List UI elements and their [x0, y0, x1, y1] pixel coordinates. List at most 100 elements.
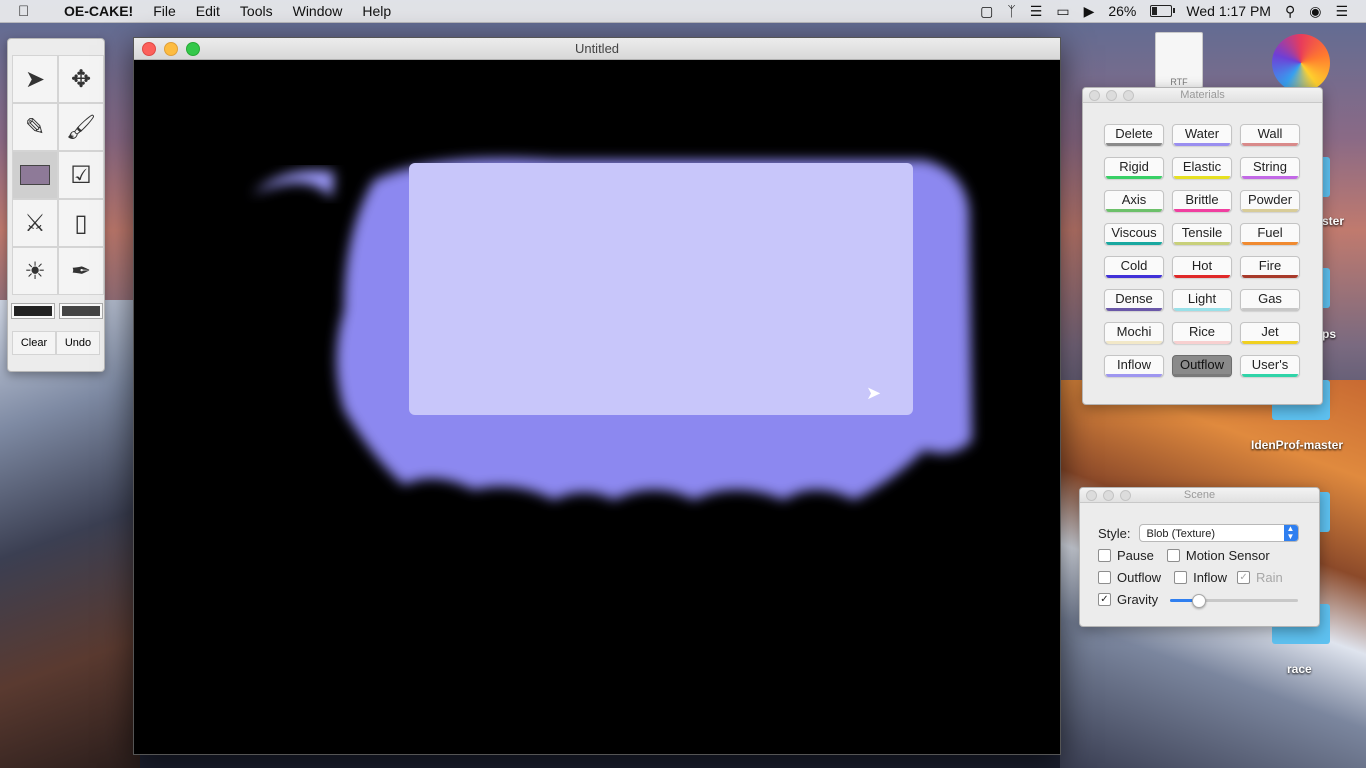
- material-button[interactable]: Dense: [1104, 289, 1164, 311]
- desktop-rtf-file-icon[interactable]: RTF: [1155, 32, 1203, 88]
- desktop-folder-label[interactable]: ster: [1322, 214, 1344, 228]
- desktop-folder-label[interactable]: IdenProf-master: [1251, 438, 1343, 452]
- desktop-folder-label[interactable]: ps: [1322, 327, 1336, 341]
- material-button[interactable]: Fuel: [1240, 223, 1300, 245]
- menu-edit[interactable]: Edit: [186, 3, 230, 19]
- material-button[interactable]: Outflow: [1172, 355, 1232, 377]
- material-button[interactable]: Mochi: [1104, 322, 1164, 344]
- material-button[interactable]: Viscous: [1104, 223, 1164, 245]
- select-arrow-icon[interactable]: ➤: [12, 55, 58, 103]
- secondary-swatch[interactable]: [59, 303, 103, 319]
- material-button[interactable]: Inflow: [1104, 355, 1164, 377]
- panel-title: Materials: [1180, 89, 1225, 101]
- material-button[interactable]: Rigid: [1104, 157, 1164, 179]
- material-button[interactable]: Water: [1172, 124, 1232, 146]
- menu-file[interactable]: File: [143, 3, 186, 19]
- materials-panel: Materials Delete Water Wall Rigid Elastic Str…: [1082, 87, 1323, 405]
- material-button[interactable]: Delete: [1104, 124, 1164, 146]
- outflow-checkbox[interactable]: [1098, 571, 1111, 584]
- app-menu[interactable]: OE-CAKE!: [54, 3, 143, 19]
- flow-row: Outflow Inflow ✓ Rain: [1098, 570, 1283, 585]
- material-label: Tensile: [1181, 225, 1223, 240]
- minimize-button[interactable]: [164, 42, 178, 56]
- siri-icon[interactable]: ◉: [1309, 3, 1321, 20]
- material-button[interactable]: Cold: [1104, 256, 1164, 278]
- material-button[interactable]: Wall: [1240, 124, 1300, 146]
- close-button[interactable]: [142, 42, 156, 56]
- inflow-checkbox[interactable]: [1174, 571, 1188, 584]
- menu-tools[interactable]: Tools: [230, 3, 283, 19]
- zoom-button[interactable]: [1120, 490, 1131, 501]
- material-button[interactable]: Jet: [1240, 322, 1300, 344]
- close-button[interactable]: [1089, 90, 1100, 101]
- eyedropper-icon[interactable]: ✒: [58, 247, 104, 295]
- material-button[interactable]: Axis: [1104, 190, 1164, 212]
- material-color-bar: [1106, 275, 1162, 278]
- brush-icon[interactable]: 🖌: [58, 103, 104, 151]
- material-button[interactable]: Tensile: [1172, 223, 1232, 245]
- undo-button[interactable]: Undo: [56, 331, 100, 355]
- material-button[interactable]: Light: [1172, 289, 1232, 311]
- style-row: Style: Blob (Texture) ▲ ▼: [1098, 524, 1299, 542]
- volume-icon[interactable]: ▶: [1084, 3, 1095, 20]
- material-label: Brittle: [1185, 192, 1219, 207]
- simulation-canvas[interactable]: [134, 60, 1060, 754]
- fill-bucket-icon[interactable]: ☑: [58, 151, 104, 199]
- rectangle-icon[interactable]: [12, 151, 58, 199]
- close-button[interactable]: [1086, 490, 1097, 501]
- material-button[interactable]: String: [1240, 157, 1300, 179]
- apple-menu-icon[interactable]: : [18, 3, 38, 20]
- move-icon[interactable]: ✥: [58, 55, 104, 103]
- motion-sensor-checkbox[interactable]: [1166, 549, 1180, 562]
- clock[interactable]: Wed 1:17 PM: [1186, 3, 1271, 19]
- outflow-label: Outflow: [1117, 570, 1162, 585]
- material-button[interactable]: Fire: [1240, 256, 1300, 278]
- battery-percent[interactable]: 26%: [1108, 3, 1136, 19]
- pencil-icon[interactable]: ✎: [12, 103, 58, 151]
- rain-checkbox[interactable]: ✓: [1237, 571, 1251, 584]
- menu-window[interactable]: Window: [283, 3, 353, 19]
- pause-checkbox[interactable]: [1098, 549, 1111, 562]
- material-color-bar: [1106, 209, 1162, 212]
- status-area: ▢ ᛉ ☰ ▭ ▶ 26% Wed 1:17 PM ⚲ ◉ ☰: [980, 3, 1366, 20]
- bluetooth-icon[interactable]: ᛉ: [1007, 3, 1015, 19]
- zoom-button[interactable]: [186, 42, 200, 56]
- slider-knob[interactable]: [1192, 593, 1207, 608]
- clear-button[interactable]: Clear: [12, 331, 56, 355]
- material-button[interactable]: Rice: [1172, 322, 1232, 344]
- box-icon[interactable]: ▢: [980, 3, 993, 20]
- desktop-folder-label[interactable]: race: [1287, 662, 1312, 676]
- panel-controls: [1089, 90, 1134, 101]
- knife-icon[interactable]: ⚔: [12, 199, 58, 247]
- material-button[interactable]: User's: [1240, 355, 1300, 377]
- flashlight-icon[interactable]: ☀: [12, 247, 58, 295]
- material-color-bar: [1174, 341, 1230, 344]
- spotlight-search-icon[interactable]: ⚲: [1285, 3, 1295, 20]
- wifi-icon[interactable]: ☰: [1030, 3, 1043, 20]
- material-color-bar: [1174, 242, 1230, 245]
- material-button[interactable]: Hot: [1172, 256, 1232, 278]
- material-button[interactable]: Powder: [1240, 190, 1300, 212]
- battery-icon[interactable]: [1150, 5, 1176, 17]
- minimize-button[interactable]: [1103, 490, 1114, 501]
- material-color-bar: [1106, 308, 1162, 311]
- menu-bar:  OE-CAKE! File Edit Tools Window Help ▢…: [0, 0, 1366, 23]
- zoom-button[interactable]: [1123, 90, 1134, 101]
- material-button[interactable]: Gas: [1240, 289, 1300, 311]
- gravity-slider[interactable]: [1170, 593, 1299, 608]
- minimize-button[interactable]: [1106, 90, 1117, 101]
- style-select[interactable]: Blob (Texture) ▲ ▼: [1138, 524, 1299, 542]
- materials-grid: Delete Water Wall Rigid Elastic String Axis Bri…: [1104, 124, 1300, 377]
- menu-help[interactable]: Help: [352, 3, 401, 19]
- material-button[interactable]: Brittle: [1172, 190, 1232, 212]
- material-button[interactable]: Elastic: [1172, 157, 1232, 179]
- material-label: Powder: [1247, 192, 1293, 207]
- browser-app-icon[interactable]: [1272, 34, 1330, 92]
- gravity-checkbox[interactable]: ✓: [1098, 593, 1111, 606]
- material-color-bar: [1174, 308, 1230, 311]
- airplay-icon[interactable]: ▭: [1056, 3, 1069, 20]
- eraser-icon[interactable]: ▯: [58, 199, 104, 247]
- primary-swatch[interactable]: [11, 303, 55, 319]
- notification-center-icon[interactable]: ☰: [1335, 3, 1348, 20]
- motion-sensor-label: Motion Sensor: [1185, 548, 1270, 563]
